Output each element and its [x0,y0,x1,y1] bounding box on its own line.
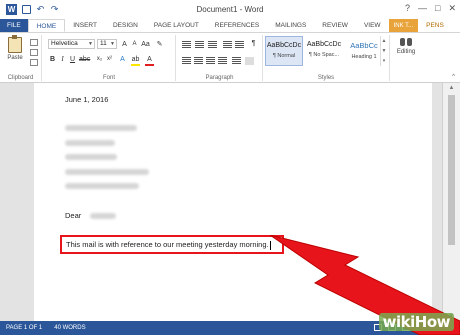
redacted-address-line [65,125,137,131]
document-area: June 1, 2016 Dear This mail is with refe… [0,83,442,321]
document-page[interactable]: June 1, 2016 Dear This mail is with refe… [34,83,432,321]
justify-icon[interactable] [218,57,227,65]
italic-button[interactable]: I [58,55,67,64]
font-group: Helvetica ▼ 11 ▼ A A Aa ✎ B I U abc x₂ x… [43,35,176,81]
font-size-dropdown[interactable]: 11 ▼ [97,39,117,49]
styles-group-label: Styles [317,75,335,81]
grow-font-icon[interactable]: A [120,40,129,49]
numbering-icon[interactable] [195,41,204,49]
redacted-address-line [65,154,117,160]
redo-icon[interactable]: ↷ [50,5,59,14]
tab-home[interactable]: HOME [27,19,66,32]
font-name-dropdown[interactable]: Helvetica ▼ [48,39,95,49]
ribbon: Paste Clipboard Helvetica ▼ 11 ▼ A A Aa … [0,33,460,83]
multilevel-list-icon[interactable] [208,41,217,49]
letter-salutation: Dear [65,211,82,220]
paragraph-group-label: Paragraph [205,75,234,81]
align-center-icon[interactable] [194,57,203,65]
font-name-value: Helvetica [51,40,78,47]
superscript-button[interactable]: x² [105,55,114,64]
help-button[interactable]: ? [405,3,410,14]
title-bar: W ↶ ↷ Document1 - Word ? — □ ✕ [0,0,460,19]
save-icon[interactable] [22,5,31,14]
tab-file[interactable]: FILE [0,19,28,32]
paragraph-group: ¶ Paragraph [177,35,263,81]
redacted-address-line [65,169,149,175]
paste-button[interactable]: Paste [4,35,26,61]
maximize-button[interactable]: □ [435,3,440,14]
tab-view[interactable]: VIEW [356,19,389,32]
close-button[interactable]: ✕ [448,3,456,14]
underline-button[interactable]: U [68,55,77,64]
tab-review[interactable]: REVIEW [314,19,356,32]
line-spacing-icon[interactable] [232,57,241,65]
editing-label: Editing [396,49,416,55]
undo-icon[interactable]: ↶ [36,5,45,14]
redacted-address-line [65,183,139,189]
chevron-down-icon: ▼ [88,41,93,47]
show-formatting-icon[interactable]: ¶ [249,39,258,48]
word-count[interactable]: 40 WORDS [48,325,91,331]
change-case-icon[interactable]: Aa [141,40,150,49]
font-color-icon[interactable]: A [145,55,154,66]
clipboard-group-label: Clipboard [7,75,34,81]
paste-label: Paste [7,55,23,61]
align-right-icon[interactable] [206,57,215,65]
minimize-button[interactable]: — [418,3,427,14]
scroll-up-arrow-icon[interactable]: ▲ [443,83,460,93]
word-app-icon: W [6,4,17,15]
cut-icon[interactable] [30,39,38,46]
scroll-thumb[interactable] [448,95,455,245]
subscript-button[interactable]: x₂ [95,55,104,64]
clipboard-icon [8,35,22,53]
window-title: Document1 - Word [196,5,264,14]
font-group-label: Font [102,75,115,81]
editing-button[interactable]: Editing [392,35,420,55]
highlighted-sentence-box: This mail is with reference to our meeti… [60,235,284,254]
wikihow-watermark: wikiHow [378,313,454,331]
window-controls: ? — □ ✕ [405,3,456,14]
tab-references[interactable]: REFERENCES [207,19,267,32]
shrink-font-icon[interactable]: A [130,40,139,49]
highlighted-sentence: This mail is with reference to our meeti… [66,240,271,250]
tab-insert[interactable]: INSERT [65,19,105,32]
align-left-icon[interactable] [182,57,191,65]
copy-icon[interactable] [30,49,38,56]
highlight-color-icon[interactable]: ab [131,55,140,66]
styles-group: Styles [263,35,390,81]
ribbon-tabs: FILE HOME INSERT DESIGN PAGE LAYOUT REFE… [0,19,460,33]
find-binoculars-icon [400,35,412,47]
letter-date: June 1, 2016 [65,95,109,104]
decrease-indent-icon[interactable] [223,41,232,49]
format-painter-icon[interactable] [30,59,38,66]
redacted-address-line [65,140,115,146]
increase-indent-icon[interactable] [235,41,244,49]
quick-access-toolbar: W ↶ ↷ [0,4,59,15]
text-cursor [269,240,271,250]
tab-page-layout[interactable]: PAGE LAYOUT [146,19,207,32]
clear-formatting-icon[interactable]: ✎ [155,40,164,49]
font-size-value: 11 [100,40,107,47]
bullets-icon[interactable] [182,41,191,49]
text-effects-icon[interactable]: A [118,55,127,64]
bold-button[interactable]: B [48,55,57,64]
clipboard-group: Paste Clipboard [0,35,42,81]
chevron-down-icon: ▼ [110,41,115,47]
page-count[interactable]: PAGE 1 OF 1 [0,325,48,331]
shading-icon[interactable] [245,57,254,65]
collapse-ribbon-icon[interactable]: ^ [452,74,455,80]
strikethrough-button[interactable]: abc [79,55,90,64]
tab-mailings[interactable]: MAILINGS [267,19,314,32]
tab-ink-tools[interactable]: INK T... [388,19,419,32]
vertical-scrollbar[interactable]: ▲ ▼ [442,83,460,321]
tab-pens[interactable]: PENS [418,19,452,32]
highlighted-sentence-text: This mail is with reference to our meeti… [66,240,269,249]
tab-design[interactable]: DESIGN [105,19,146,32]
redacted-recipient-name [90,213,116,219]
